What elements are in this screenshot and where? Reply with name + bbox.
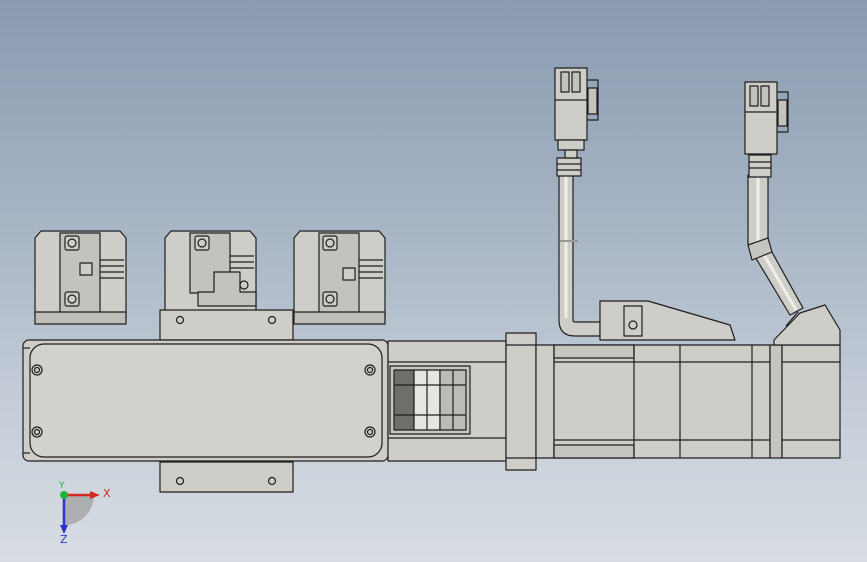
- y-axis-dot: [60, 491, 68, 499]
- cable-encoder[interactable]: [747, 154, 804, 316]
- mounting-bracket-bottom[interactable]: [159, 461, 294, 493]
- sensor-switch-3[interactable]: [293, 230, 386, 325]
- encoder-cap[interactable]: [769, 304, 841, 459]
- connector-encoder[interactable]: [744, 81, 789, 155]
- coupling-housing[interactable]: [387, 340, 507, 462]
- motor-flange[interactable]: [505, 332, 555, 471]
- triad-y-label: Y: [59, 481, 65, 491]
- sensor-switch-2[interactable]: [164, 230, 257, 319]
- sensor-switch-1[interactable]: [34, 230, 127, 325]
- cad-viewport[interactable]: X Y Z: [0, 0, 867, 562]
- cad-model-view: [22, 67, 841, 534]
- mounting-bracket-top[interactable]: [159, 309, 294, 341]
- triad-z-label: Z: [60, 533, 68, 546]
- connector-power[interactable]: [554, 67, 599, 159]
- servo-motor[interactable]: [553, 344, 771, 459]
- triad-x-label: X: [103, 487, 111, 500]
- cable-power[interactable]: [556, 157, 736, 341]
- actuator-body[interactable]: [22, 339, 389, 462]
- coordinate-triad: [60, 491, 100, 534]
